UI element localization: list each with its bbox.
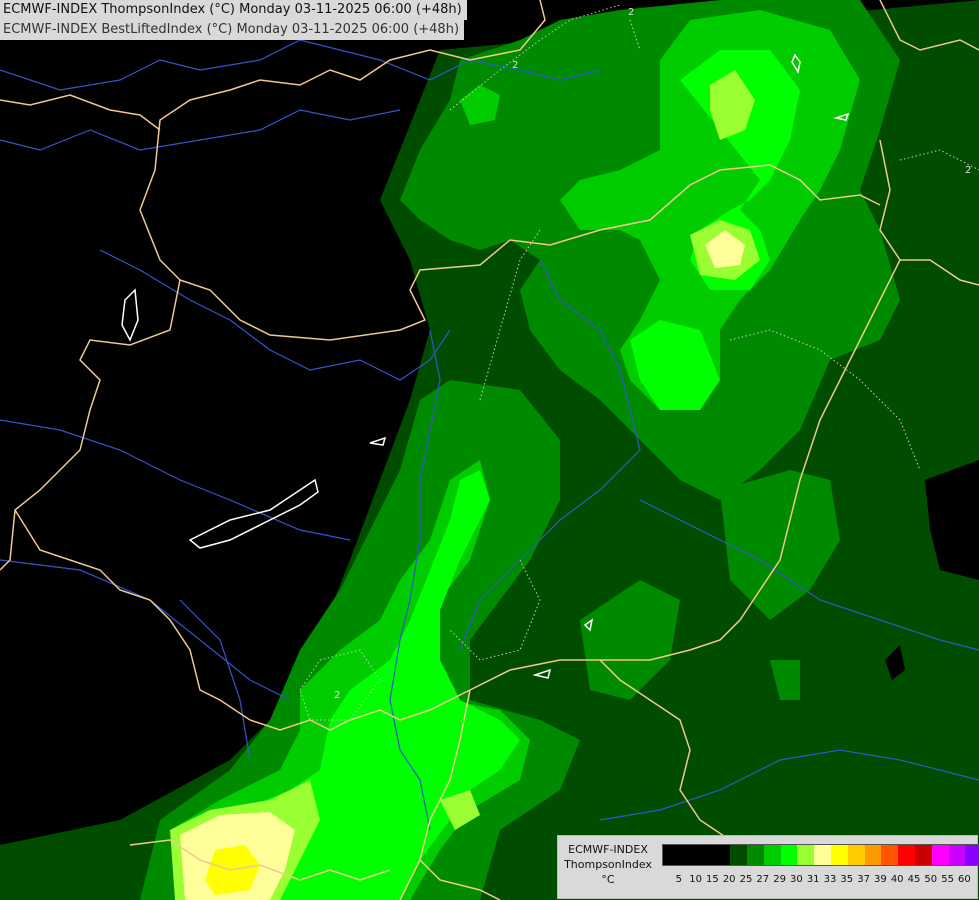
legend-tick-label: 35 xyxy=(840,874,854,885)
legend-tick-label: 20 xyxy=(722,874,736,885)
legend-tick-label: 15 xyxy=(706,874,719,885)
legend-tick-label: 33 xyxy=(823,874,837,885)
legend-swatch xyxy=(797,845,815,865)
legend-swatch xyxy=(914,845,932,865)
color-legend: ECMWF-INDEX ThompsonIndex °C 5 10 15 20 25 27… xyxy=(557,835,979,899)
legend-tick-label: 5 xyxy=(675,874,682,885)
legend-swatch xyxy=(864,845,882,865)
legend-swatch xyxy=(881,845,899,865)
map-title-thompson: ECMWF-INDEX ThompsonIndex (°C) Monday 03… xyxy=(0,0,467,20)
contour-label: 2 xyxy=(965,165,971,176)
contour-label: 2 xyxy=(628,7,634,18)
legend-swatch xyxy=(814,845,831,865)
legend-tick-label: 29 xyxy=(773,874,786,885)
legend-title: ECMWF-INDEX ThompsonIndex °C xyxy=(560,842,656,887)
legend-tick-label: 39 xyxy=(874,874,887,885)
legend-ticks: 5 10 15 20 25 27 29 30 31 33 35 37 39 40 45 50 55 60 xyxy=(662,874,972,888)
weather-map: 2 2 2 2 xyxy=(0,0,979,900)
legend-swatch xyxy=(931,845,949,865)
legend-model: ECMWF-INDEX xyxy=(568,843,648,856)
legend-swatch xyxy=(965,845,979,865)
legend-swatch xyxy=(713,845,731,865)
legend-tick-label: 27 xyxy=(756,874,770,885)
legend-tick-label: 45 xyxy=(907,874,921,885)
legend-swatch xyxy=(663,845,680,865)
legend-parameter: ThompsonIndex xyxy=(564,858,652,871)
legend-swatch xyxy=(830,845,848,865)
legend-tick-label: 31 xyxy=(806,874,820,885)
map-title-bestlifted: ECMWF-INDEX BestLiftedIndex (°C) Monday … xyxy=(0,20,465,40)
legend-swatch xyxy=(696,845,714,865)
contour-label: 2 xyxy=(334,690,340,701)
legend-swatches xyxy=(662,844,979,866)
legend-tick-label: 37 xyxy=(857,874,870,885)
contour-label: 2 xyxy=(512,60,518,71)
legend-tick-label: 50 xyxy=(924,874,938,885)
legend-swatch xyxy=(948,845,966,865)
legend-tick-label: 55 xyxy=(941,874,954,885)
legend-swatch xyxy=(898,845,915,865)
legend-swatch xyxy=(847,845,865,865)
legend-tick-label: 10 xyxy=(689,874,702,885)
legend-unit: °C xyxy=(601,873,615,886)
legend-tick-label: 30 xyxy=(790,874,803,885)
legend-swatch xyxy=(730,845,747,865)
legend-swatch xyxy=(679,845,697,865)
legend-swatch xyxy=(780,845,798,865)
legend-swatch xyxy=(763,845,781,865)
legend-tick-label: 25 xyxy=(739,874,753,885)
legend-tick-label: 40 xyxy=(890,874,904,885)
legend-swatch xyxy=(746,845,764,865)
legend-tick-label: 60 xyxy=(958,874,971,885)
